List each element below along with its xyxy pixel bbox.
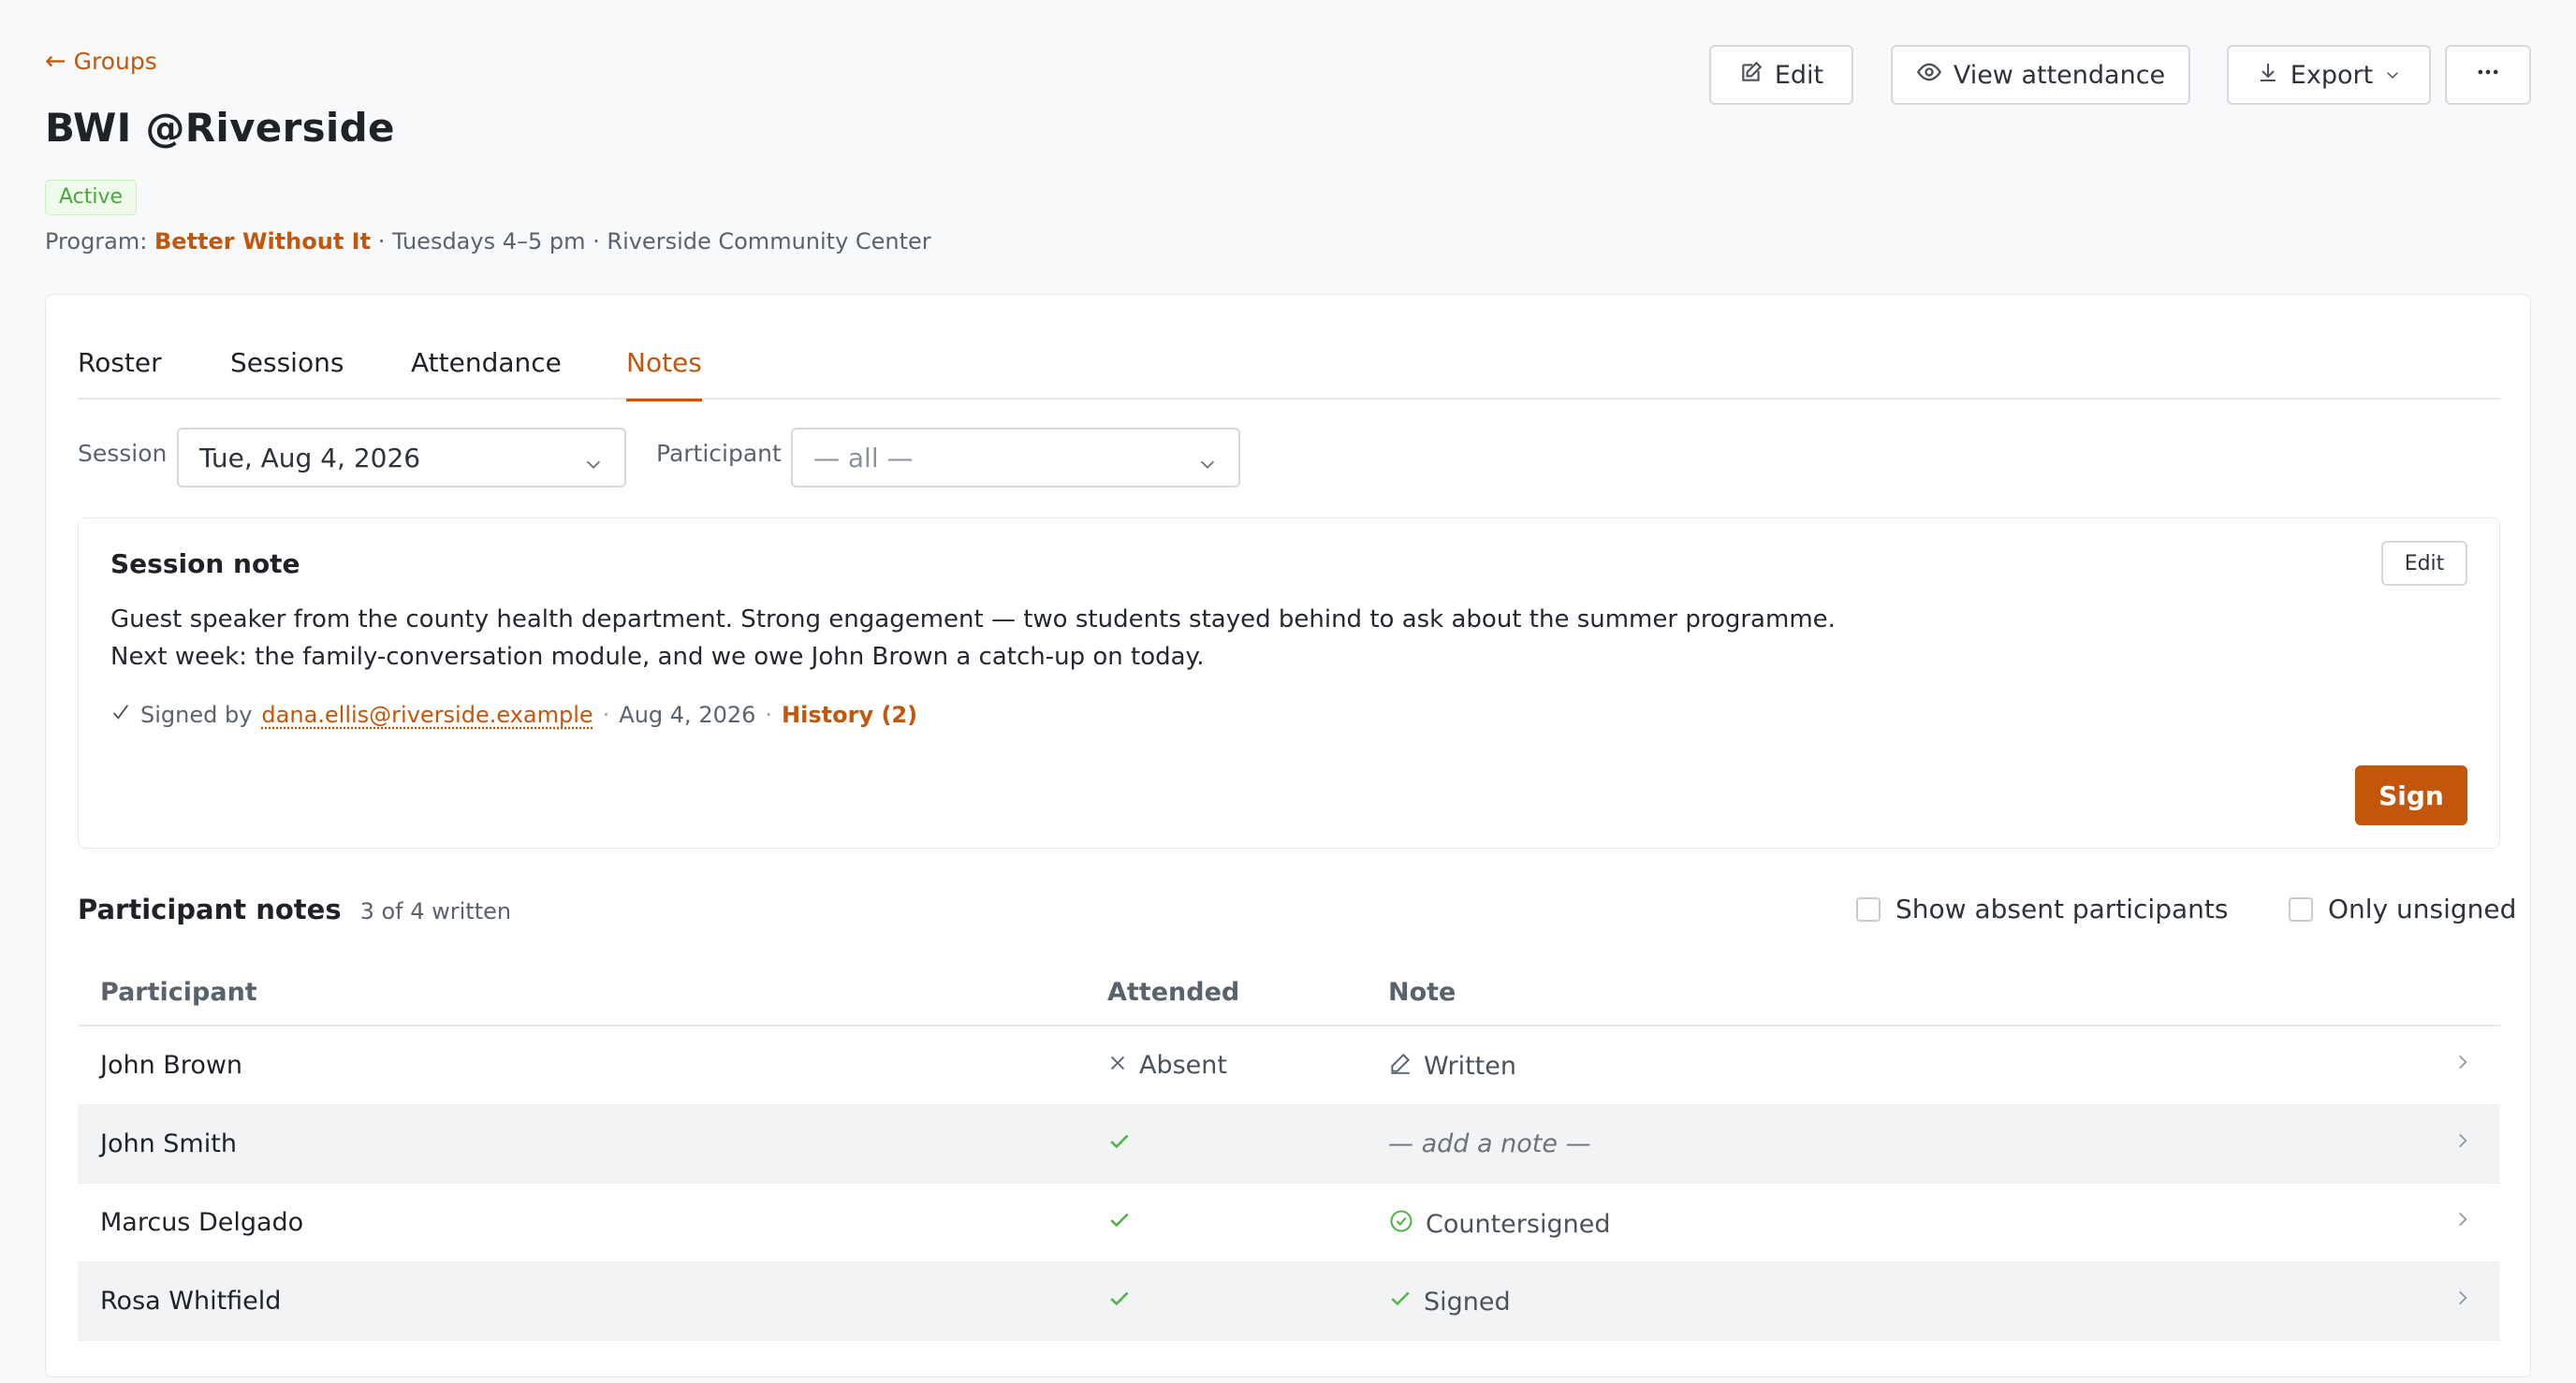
session-select-value: Tue, Aug 4, 2026 [199,442,421,473]
history-link[interactable]: History (2) [782,702,917,728]
checkbox-box[interactable] [1856,896,1881,922]
table-row[interactable]: Rosa Whitfield Signed [78,1262,2500,1341]
tab-roster[interactable]: Roster [78,347,162,399]
check-icon [1107,1129,1132,1160]
attendance-status [1107,1129,1132,1160]
program-link[interactable]: Better Without It [154,228,371,255]
check-circle-icon [1388,1208,1414,1241]
participant-notes-header: Participant notes 3 of 4 written [78,894,511,925]
chevron-down-icon [583,450,604,481]
signed-date: Aug 4, 2026 [619,702,756,728]
chevron-right-icon [2453,1131,2472,1154]
view-attendance-button[interactable]: View attendance [1891,45,2190,105]
tab-notes[interactable]: Notes [626,347,702,401]
page: ← Groups BWI @Riverside Active Program: … [0,0,2576,1383]
arrow-left-icon: ← [45,47,66,76]
checkbox-box[interactable] [2289,896,2313,922]
chevron-right-icon [2453,1288,2472,1311]
participant-name: Rosa Whitfield [100,1287,282,1316]
page-title: BWI @Riverside [45,105,395,151]
signer-email-link[interactable]: dana.ellis@riverside.example [261,702,593,728]
note-label: Signed [1424,1288,1511,1317]
only-unsigned-label: Only unsigned [2328,894,2517,924]
session-filter-label: Session [78,440,168,467]
attendance-status [1107,1287,1132,1317]
chevron-down-icon [2384,61,2401,90]
tab-bar: Roster Sessions Attendance Notes [78,295,2500,401]
back-link-label: Groups [73,48,157,75]
show-absent-label: Show absent participants [1895,894,2229,924]
column-participant: Participant [100,978,257,1007]
table-row[interactable]: John Brown Absent Written [78,1026,2500,1105]
session-note-text: Guest speaker from the county health dep… [110,601,1836,676]
column-note: Note [1388,978,1456,1007]
session-note-title: Session note [110,548,300,579]
show-absent-checkbox[interactable]: Show absent participants [1856,894,2228,924]
view-attendance-label: View attendance [1953,60,2166,90]
participant-select-value: — all — [813,442,914,473]
participant-name: Marcus Delgado [100,1208,304,1237]
separator-dot: · [602,702,610,728]
edit-group-button[interactable]: Edit [1709,45,1853,105]
chevron-right-icon [2453,1210,2472,1232]
signed-by-prefix: Signed by [140,702,253,728]
tab-attendance[interactable]: Attendance [411,347,562,399]
eye-icon [1916,59,1942,92]
check-icon [1107,1287,1132,1317]
chevron-right-icon [2453,1053,2472,1075]
download-icon [2257,61,2279,90]
edit-button-label: Edit [1774,60,1824,90]
note-status: Countersigned [1388,1208,1610,1241]
back-to-groups-link[interactable]: ← Groups [45,47,157,76]
add-note-link[interactable]: — add a note — [1388,1129,1591,1158]
export-button[interactable]: Export [2227,45,2431,105]
attendance-label: Absent [1139,1051,1227,1080]
tab-sessions[interactable]: Sessions [230,347,344,399]
meta-prefix: Program: [45,228,148,255]
edit-icon [1739,60,1764,91]
table-row[interactable]: Marcus Delgado Countersigned [78,1184,2500,1262]
participant-notes-table: Participant Attended Note John Brown Abs… [78,950,2500,1341]
status-badge: Active [45,180,138,215]
note-status: Written [1388,1051,1516,1082]
notes-card: Roster Sessions Attendance Notes Session… [45,294,2531,1377]
attendance-status: Absent [1107,1051,1227,1080]
session-note-line: Next week: the family-conversation modul… [110,643,1205,671]
table-row[interactable]: John Smith — add a note — [78,1105,2500,1184]
attendance-status [1107,1208,1132,1239]
more-actions-button[interactable] [2445,45,2531,105]
group-meta: Program: Better Without It · Tuesdays 4–… [45,228,931,255]
more-horizontal-icon [2475,59,2501,92]
notes-written-count: 3 of 4 written [359,898,512,924]
participant-select[interactable]: — all — [791,428,1240,488]
meta-suffix: · Tuesdays 4–5 pm · Riverside Community … [377,228,931,255]
chevron-down-icon [1197,450,1218,481]
participant-name: John Brown [100,1051,243,1080]
edit-session-note-button[interactable]: Edit [2381,541,2467,586]
participant-notes-title: Participant notes [78,894,342,925]
column-attended: Attended [1107,978,1240,1007]
export-button-label: Export [2290,60,2374,90]
sign-button[interactable]: Sign [2355,765,2467,825]
participant-name: John Smith [100,1129,237,1158]
participant-filter-label: Participant [656,440,782,467]
separator-dot: · [765,702,773,728]
check-icon [1388,1287,1412,1317]
session-note-panel: Session note Edit Guest speaker from the… [78,517,2500,849]
session-note-line: Guest speaker from the county health dep… [110,605,1836,633]
check-icon [1107,1208,1132,1239]
note-label: Written [1424,1052,1516,1081]
note-label: Countersigned [1426,1210,1611,1239]
pencil-icon [1388,1051,1412,1082]
signature-info: Signed by dana.ellis@riverside.example ·… [110,702,917,728]
note-status: Signed [1388,1287,1511,1317]
checkmark-icon [110,702,131,728]
x-icon [1107,1051,1128,1080]
only-unsigned-checkbox[interactable]: Only unsigned [2289,894,2516,924]
table-header: Participant Attended Note [78,950,2500,1026]
session-select[interactable]: Tue, Aug 4, 2026 [177,428,626,488]
